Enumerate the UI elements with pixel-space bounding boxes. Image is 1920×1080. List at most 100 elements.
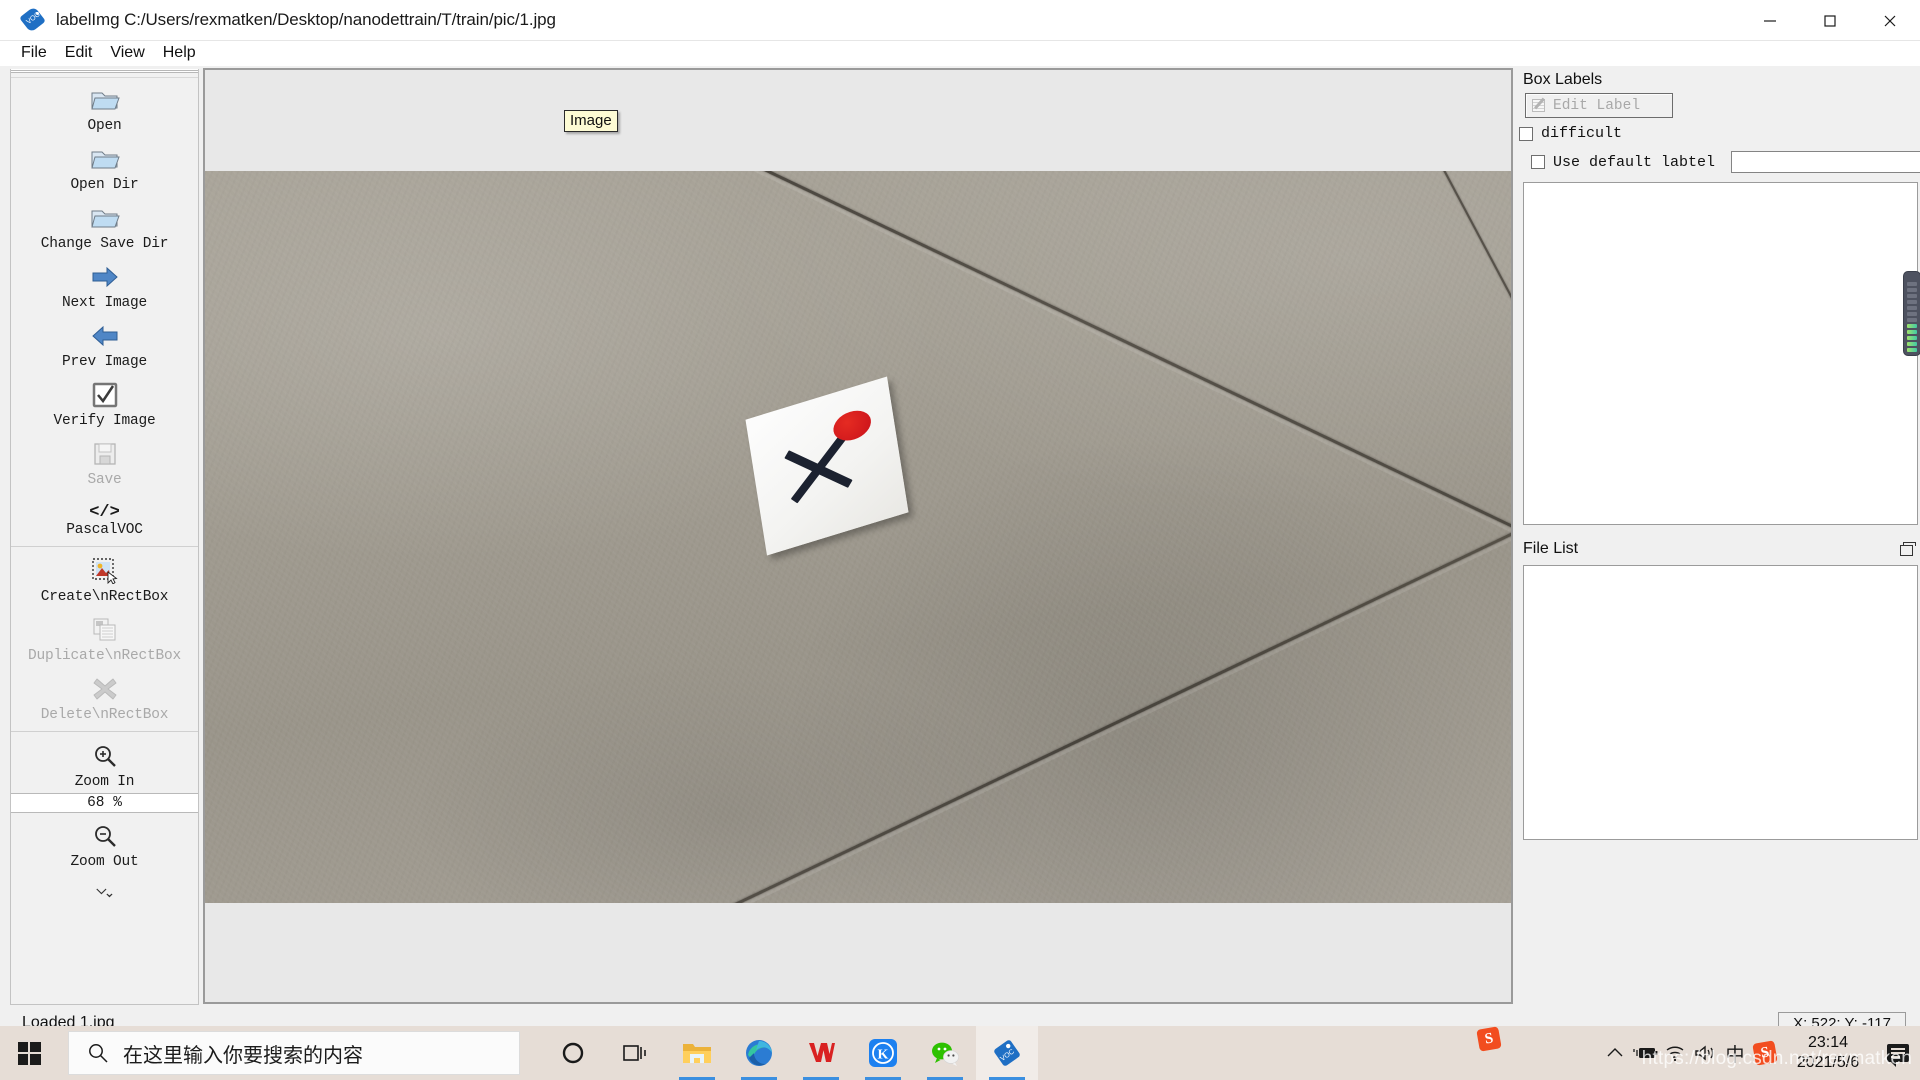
action-center-icon	[1887, 1044, 1909, 1067]
canvas-panel: Image	[201, 66, 1517, 1009]
windows-taskbar: 在这里输入你要搜索的内容 K VOC 中 S 23:14 2021/5/6	[0, 1026, 1920, 1080]
zoom-level-value[interactable]: 68 %	[11, 793, 198, 813]
taskbar-kingsoft[interactable]: K	[852, 1026, 914, 1080]
taskbar-wps[interactable]	[790, 1026, 852, 1080]
task-view-icon	[623, 1045, 646, 1061]
wps-icon	[809, 1043, 835, 1062]
menu-view[interactable]: View	[101, 42, 153, 64]
folder-open-icon	[87, 83, 123, 117]
image-canvas[interactable]: Image	[203, 68, 1513, 1004]
use-default-label-text: Use default labtel	[1553, 153, 1716, 171]
start-button[interactable]	[0, 1026, 58, 1080]
toolbar-open[interactable]: Open	[11, 78, 198, 137]
taskbar-file-explorer[interactable]	[666, 1026, 728, 1080]
duplicate-rect-icon	[87, 613, 123, 647]
menu-edit[interactable]: Edit	[56, 42, 102, 64]
toolbar-expand-button[interactable]: ⌵⌄	[11, 883, 198, 896]
code-tag-icon: </>	[89, 502, 120, 522]
menu-file[interactable]: File	[12, 42, 56, 64]
system-tray: 中 S 23:14 2021/5/6	[1600, 1026, 1920, 1080]
toolbar-delete-rectbox-label: Delete\nRectBox	[40, 707, 169, 723]
toolbar-open-dir[interactable]: Open Dir	[11, 137, 198, 196]
show-hidden-icons-button[interactable]	[1600, 1026, 1630, 1080]
sogou-input-icon: S	[1476, 1026, 1502, 1052]
sogou-floating-button[interactable]: S	[1476, 1026, 1504, 1054]
sogou-input-icon: S	[1752, 1040, 1778, 1066]
maximize-button[interactable]	[1800, 0, 1860, 41]
difficult-checkbox[interactable]	[1519, 126, 1533, 141]
taskbar-app-icons: K VOC	[542, 1026, 1038, 1080]
undock-icon[interactable]	[1900, 541, 1916, 556]
toolbar-prev-image-label: Prev Image	[61, 354, 147, 370]
pencil-icon	[1532, 97, 1548, 114]
use-default-label-checkbox[interactable]	[1531, 155, 1545, 169]
toolbar-change-save-dir[interactable]: Change Save Dir	[11, 196, 198, 255]
taskbar-cortana[interactable]	[542, 1026, 604, 1080]
default-label-input[interactable]	[1731, 151, 1920, 173]
sogou-tray-button[interactable]: S	[1750, 1026, 1780, 1080]
toolbar-drag-handle[interactable]	[11, 69, 198, 78]
toolbar-pascalvoc-label: PascalVOC	[66, 522, 143, 538]
action-center-button[interactable]	[1876, 1026, 1920, 1080]
search-placeholder: 在这里输入你要搜索的内容	[123, 1044, 363, 1067]
chevron-up-icon	[1607, 1048, 1623, 1057]
window-title: labelImg C:/Users/rexmatken/Desktop/nano…	[56, 10, 556, 29]
wifi-icon	[1666, 1046, 1684, 1062]
app-logo-icon: VOC	[19, 6, 46, 33]
toolbar-zoom-out[interactable]: Zoom Out	[11, 813, 198, 873]
labelimg-icon: VOC	[994, 1040, 1020, 1066]
file-list-header: File List	[1519, 535, 1920, 562]
toolbar-open-label: Open	[87, 118, 122, 134]
box-labels-title: Box Labels	[1523, 71, 1603, 88]
taskbar-edge[interactable]	[728, 1026, 790, 1080]
toolbar-duplicate-rectbox[interactable]: Duplicate\nRectBox	[11, 608, 198, 667]
window-controls	[1740, 0, 1920, 41]
ime-mode-label: 中	[1725, 1044, 1745, 1066]
toolbar-next-image[interactable]: Next Image	[11, 255, 198, 314]
photo-image[interactable]	[205, 171, 1511, 903]
ime-tray-button[interactable]: 中	[1720, 1026, 1750, 1080]
zoom-in-icon	[87, 739, 123, 773]
toolbar-change-save-dir-label: Change Save Dir	[40, 236, 169, 252]
toolbar-verify-image[interactable]: Verify Image	[11, 373, 198, 432]
taskbar-clock[interactable]: 23:14 2021/5/6	[1780, 1026, 1876, 1080]
battery-charging-icon	[1633, 1048, 1658, 1058]
minimize-button[interactable]	[1740, 0, 1800, 41]
toolbar-pascalvoc[interactable]: </> PascalVOC	[11, 491, 198, 541]
use-default-label-row[interactable]: Use default labtel	[1519, 151, 1920, 173]
cortana-icon	[562, 1042, 584, 1064]
folder-open-icon	[87, 142, 123, 176]
windows-logo-icon	[17, 1041, 41, 1065]
taskbar-task-view[interactable]	[604, 1026, 666, 1080]
toolbar-create-rectbox[interactable]: Create\nRectBox	[11, 549, 198, 608]
battery-tray-button[interactable]	[1630, 1026, 1660, 1080]
label-list-box[interactable]	[1523, 182, 1920, 525]
difficult-checkbox-row[interactable]: difficult	[1519, 125, 1920, 142]
network-tray-button[interactable]	[1660, 1026, 1690, 1080]
toolbar-save-label: Save	[87, 472, 122, 488]
taskbar-labelimg[interactable]: VOC	[976, 1026, 1038, 1080]
image-tooltip-label: Image	[564, 110, 618, 132]
kingsoft-icon: K	[869, 1039, 897, 1067]
labelimg-window: VOC labelImg C:/Users/rexmatken/Desktop/…	[0, 0, 1920, 1080]
volume-tray-button[interactable]	[1690, 1026, 1720, 1080]
menu-help[interactable]: Help	[154, 42, 205, 64]
toolbar-delete-rectbox[interactable]: Delete\nRectBox	[11, 667, 198, 726]
title-bar: VOC labelImg C:/Users/rexmatken/Desktop/…	[0, 0, 1920, 41]
toolbar-prev-image[interactable]: Prev Image	[11, 314, 198, 373]
toolbar-create-rectbox-label: Create\nRectBox	[40, 589, 169, 605]
toolbar-next-image-label: Next Image	[61, 295, 147, 311]
clock-date: 2021/5/6	[1796, 1054, 1860, 1071]
zoom-out-icon	[87, 819, 123, 853]
edit-label-button[interactable]: Edit Label	[1525, 93, 1673, 118]
toolbar-zoom-in[interactable]: Zoom In	[11, 734, 198, 793]
close-button[interactable]	[1860, 0, 1920, 41]
file-list-box[interactable]	[1523, 565, 1918, 840]
toolbar-save[interactable]: Save	[11, 432, 198, 491]
search-icon	[89, 1044, 108, 1063]
taskbar-search-box[interactable]: 在这里输入你要搜索的内容	[68, 1031, 520, 1075]
delete-rect-icon	[87, 672, 123, 706]
folder-open-icon	[87, 201, 123, 235]
battery-level-overlay	[1903, 271, 1920, 356]
taskbar-wechat[interactable]	[914, 1026, 976, 1080]
